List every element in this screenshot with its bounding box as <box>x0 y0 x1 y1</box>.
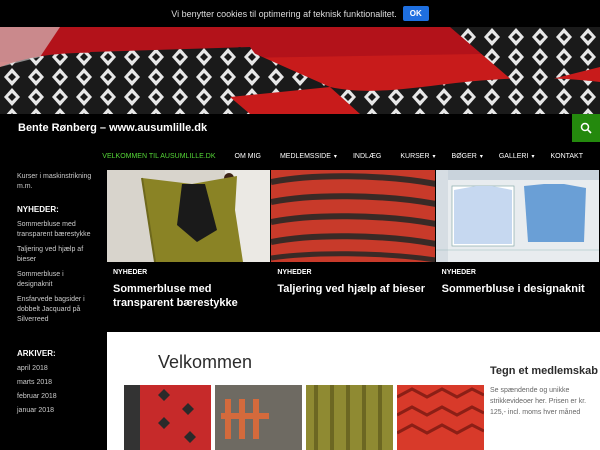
news-heading: NYHEDER: <box>17 205 59 214</box>
site-header: Bente Rønberg – www.ausumlille.dk <box>0 114 600 142</box>
gallery-image-grey-orange[interactable] <box>215 385 302 450</box>
post-title[interactable]: Taljering ved hjælp af bieser <box>277 282 429 296</box>
header-banner-image[interactable] <box>0 27 600 114</box>
search-icon <box>580 122 592 134</box>
archive-link[interactable]: januar 2018 <box>17 406 101 416</box>
featured-post[interactable]: NYHEDER Sommerbluse i designaknit <box>435 170 600 332</box>
main-content: Velkommen Tegn et medlemskab Se spændend… <box>107 332 600 450</box>
news-link[interactable]: Sommerbluse med transparent bærestykke <box>17 220 101 240</box>
chevron-down-icon: ▾ <box>531 153 535 160</box>
nav-item-kontakt[interactable]: KONTAKT <box>542 153 594 160</box>
featured-image-design-software[interactable] <box>435 170 599 262</box>
gallery-image-red-stars[interactable] <box>124 385 211 450</box>
archive-link[interactable]: februar 2018 <box>17 392 101 402</box>
page-title: Velkommen <box>158 352 253 372</box>
image-gallery <box>124 385 484 450</box>
post-category[interactable]: NYHEDER <box>277 269 434 276</box>
site-description: Kurser i maskinstrikning m.m. <box>17 173 92 190</box>
cookie-text: Vi benytter cookies til optimering af te… <box>171 8 397 19</box>
site-title[interactable]: Bente Rønberg – www.ausumlille.dk <box>18 122 207 134</box>
news-link[interactable]: Ensfarvede bagsider i dobbelt Jacquard p… <box>17 295 101 325</box>
nav-item-galleri[interactable]: GALLERI ▾ <box>491 153 543 160</box>
post-title[interactable]: Sommerbluse med transparent bærestykke <box>113 282 265 310</box>
nav-item-om-mig[interactable]: OM MIG <box>227 153 272 160</box>
sidebar: Kurser i maskinstrikning m.m. NYHEDER: S… <box>0 170 107 450</box>
news-link[interactable]: Taljering ved hjælp af bieser <box>17 245 101 265</box>
nav-item-boger[interactable]: BØGER ▾ <box>444 153 491 160</box>
post-category[interactable]: NYHEDER <box>442 269 599 276</box>
post-category[interactable]: NYHEDER <box>113 269 270 276</box>
archive-link[interactable]: april 2018 <box>17 364 101 374</box>
cookie-bar: Vi benytter cookies til optimering af te… <box>0 0 600 27</box>
chevron-down-icon: ▾ <box>333 153 337 160</box>
nav-item-velkommen[interactable]: VELKOMMEN TIL AUSUMLILLE.DK <box>94 153 226 160</box>
widget-text: Se spændende og unikke strikkevideoer he… <box>490 387 587 416</box>
nav-item-medlemsside[interactable]: MEDLEMSSIDE ▾ <box>272 153 345 160</box>
primary-nav: VELKOMMEN TIL AUSUMLILLE.DK OM MIG MEDLE… <box>0 142 600 170</box>
featured-image-red-stripes[interactable] <box>271 170 435 262</box>
archive-heading: ARKIVER: <box>17 349 56 358</box>
chevron-down-icon: ▾ <box>479 153 483 160</box>
featured-post[interactable]: NYHEDER Taljering ved hjælp af bieser <box>271 170 436 332</box>
featured-posts: NYHEDER Sommerbluse med transparent bære… <box>107 170 600 332</box>
nav-item-indlaeg[interactable]: INDLÆG <box>345 153 392 160</box>
archive-link[interactable]: marts 2018 <box>17 378 101 388</box>
featured-image-olive-top[interactable] <box>107 170 271 262</box>
cookie-ok-button[interactable]: OK <box>402 6 429 21</box>
gallery-image-olive-cables[interactable] <box>306 385 393 450</box>
featured-post[interactable]: NYHEDER Sommerbluse med transparent bære… <box>107 170 272 332</box>
search-button[interactable] <box>572 114 600 142</box>
widget-title: Tegn et medlemskab <box>490 365 598 377</box>
gallery-image-red-zigzag[interactable] <box>397 385 484 450</box>
chevron-down-icon: ▾ <box>432 153 436 160</box>
news-link[interactable]: Sommerbluse i designaknit <box>17 270 101 290</box>
membership-widget: Tegn et medlemskab Se spændende og unikk… <box>490 364 600 418</box>
nav-item-kurser[interactable]: KURSER ▾ <box>392 153 443 160</box>
post-title[interactable]: Sommerbluse i designaknit <box>442 282 594 296</box>
